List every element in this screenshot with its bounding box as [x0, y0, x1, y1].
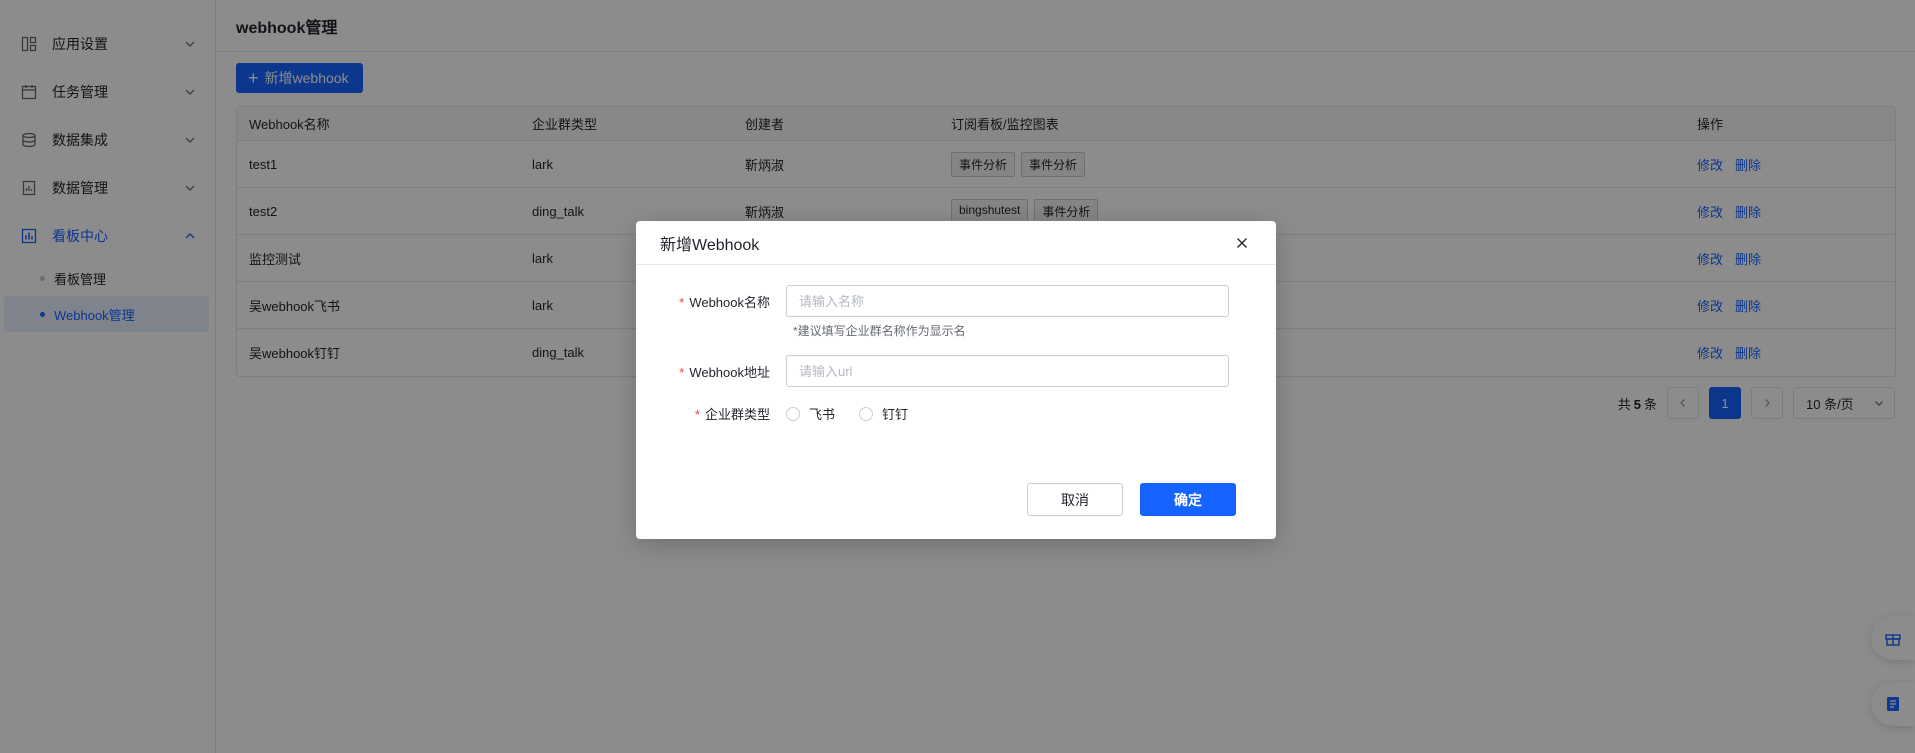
required-mark: *	[679, 294, 685, 310]
group-type-label-text: 企业群类型	[704, 407, 770, 422]
form-row-name: * Webhook名称	[636, 285, 1229, 317]
webhook-name-hint: *建议填写企业群名称作为显示名	[793, 324, 966, 338]
dialog-header: 新增Webhook	[636, 221, 1276, 265]
webhook-url-label-text: Webhook地址	[689, 364, 770, 380]
webhook-name-label-text: Webhook名称	[689, 294, 770, 310]
form-row-url: * Webhook地址	[636, 355, 1229, 387]
dialog-title: 新增Webhook	[660, 236, 760, 254]
add-webhook-dialog: 新增Webhook *Webhook名称 *建议填写企业群名称作为显示名 *We…	[636, 221, 1276, 539]
webhook-url-label: * Webhook地址	[636, 362, 786, 381]
form-row-group-type: * 企业群类型 飞书 钉钉	[636, 404, 932, 423]
cancel-button[interactable]: 取消	[1027, 483, 1123, 516]
radio-label: 飞书	[809, 407, 836, 422]
webhook-name-input[interactable]	[786, 285, 1229, 317]
webhook-url-input[interactable]	[786, 355, 1229, 387]
radio-circle[interactable]	[859, 406, 874, 421]
radio-dingtalk[interactable]: 钉钉	[859, 404, 908, 423]
close-icon[interactable]	[1232, 233, 1252, 253]
radio-feishu[interactable]: 飞书	[786, 404, 835, 423]
radio-circle[interactable]	[786, 406, 800, 421]
dialog-footer: 取消 确定	[1027, 483, 1236, 516]
radio-label: 钉钉	[882, 407, 909, 422]
confirm-button[interactable]: 确定	[1140, 483, 1236, 516]
required-mark: *	[694, 407, 700, 422]
webhook-name-label: * Webhook名称	[636, 292, 786, 311]
group-type-label: * 企业群类型	[636, 404, 786, 423]
required-mark: *	[679, 364, 685, 380]
